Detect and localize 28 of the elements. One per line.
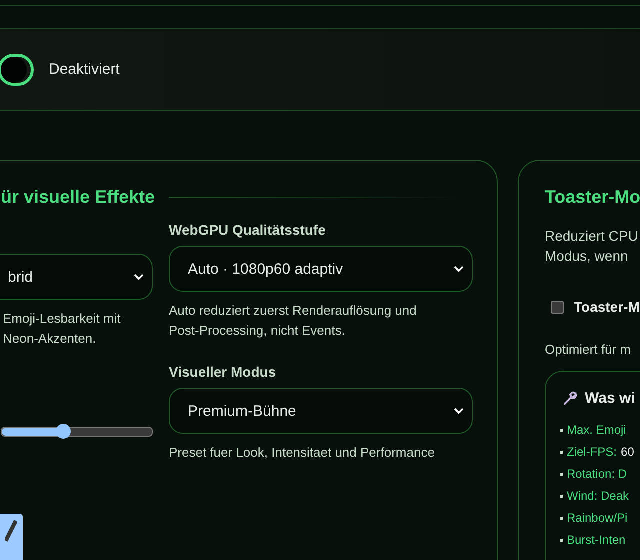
wrench-icon <box>562 391 577 406</box>
panel-title: Toaster-Mo <box>545 187 640 208</box>
box-title: Was wi <box>585 390 636 407</box>
field-label: WebGPU Qualitätsstufe <box>169 222 327 238</box>
list-item: Rainbow/Pi <box>560 507 628 529</box>
description-text: Reduziert CPU Modus, wenn <box>545 227 640 266</box>
hint-text: Preset fuer Look, Intensitaet und Performance <box>169 444 436 462</box>
list-item: Wind: Deak <box>560 485 630 507</box>
checkbox-label: Toaster-M <box>574 299 640 315</box>
panel-title: ür visuelle Effekte <box>1 187 156 208</box>
checkbox[interactable] <box>551 300 564 314</box>
field-label: Visueller Modus <box>169 364 278 380</box>
select-field[interactable]: brid <box>0 254 153 300</box>
toggle-label: Deaktiviert <box>49 61 120 78</box>
note-text: Optimiert für m <box>545 342 632 357</box>
hint-text: Auto reduziert zuerst Renderauflösung und Post-Processing, nicht Events. <box>169 302 418 340</box>
slash-icon <box>5 520 17 542</box>
list-item: Max. Emoji <box>560 419 626 441</box>
chevron-down-icon <box>134 274 144 280</box>
chevron-down-icon <box>454 408 464 414</box>
list-item: Burst-Inten <box>560 529 626 551</box>
list-item: Rotation: D <box>560 463 628 485</box>
list-item: Ziel-FPS: 60 <box>560 441 634 463</box>
select-field[interactable]: Auto · 1080p60 adaptiv <box>169 246 473 292</box>
select-field[interactable]: Premium-Bühne <box>169 388 473 434</box>
toggle-switch[interactable] <box>0 54 34 86</box>
hint-text: Emoji-Lesbarkeit mit Neon-Akzenten. <box>2 310 122 348</box>
chevron-down-icon <box>454 266 464 272</box>
